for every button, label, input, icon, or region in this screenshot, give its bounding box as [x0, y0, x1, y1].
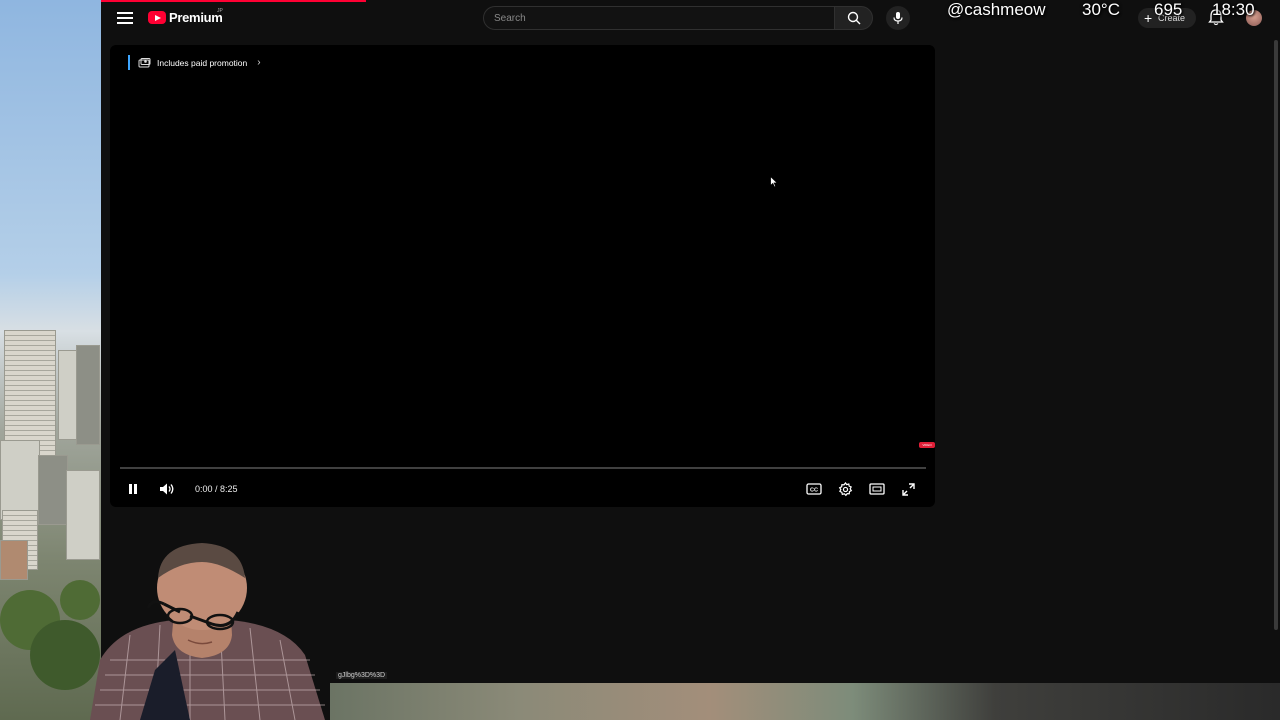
page-load-progress [101, 0, 366, 2]
video-badge: VIDEO [919, 442, 935, 448]
youtube-play-icon [148, 11, 166, 24]
page-scrollbar[interactable] [1274, 40, 1278, 630]
pause-icon [129, 484, 137, 494]
background-cityscape-bottom [330, 683, 1280, 720]
status-url: gJlbg%3D%3D [336, 672, 388, 679]
webcam-person-image [90, 543, 325, 720]
microphone-icon [893, 12, 903, 24]
fullscreen-icon [901, 482, 915, 496]
logo-region: JP [217, 8, 223, 14]
video-player[interactable] [110, 45, 935, 507]
video-progress-bar[interactable] [120, 467, 926, 469]
closed-captions-icon: CC [806, 483, 822, 495]
mouse-cursor-icon [770, 176, 778, 188]
theater-mode-button[interactable] [868, 480, 886, 498]
paid-promotion-icon [138, 57, 151, 67]
overlay-clock: 18:30 [1212, 0, 1255, 19]
overlay-handle: @cashmeow [947, 0, 1046, 19]
voice-search-button[interactable] [886, 6, 910, 30]
search-icon [847, 11, 860, 25]
logo-text: Premium [169, 10, 223, 25]
fullscreen-button[interactable] [899, 480, 917, 498]
play-pause-button[interactable] [124, 480, 142, 498]
paid-promotion-notice[interactable]: Includes paid promotion › [128, 55, 261, 70]
svg-text:CC: CC [810, 488, 818, 494]
search-box[interactable] [483, 6, 834, 30]
youtube-premium-logo[interactable]: Premium [148, 10, 223, 25]
plus-icon: + [1144, 10, 1153, 26]
overlay-count: 695 [1154, 0, 1183, 19]
chevron-right-icon: › [257, 57, 261, 68]
menu-icon[interactable] [116, 10, 134, 26]
captions-button[interactable]: CC [805, 480, 823, 498]
search-button[interactable] [834, 6, 873, 30]
settings-button[interactable] [836, 480, 854, 498]
volume-button[interactable] [158, 480, 176, 498]
volume-icon [160, 483, 174, 495]
theater-mode-icon [869, 483, 885, 495]
time-display: 0:00 / 8:25 [195, 484, 238, 494]
search-input[interactable] [484, 7, 834, 29]
paid-promotion-text: Includes paid promotion [157, 57, 248, 68]
gear-icon [838, 481, 852, 496]
overlay-temperature: 30°C [1082, 0, 1120, 19]
